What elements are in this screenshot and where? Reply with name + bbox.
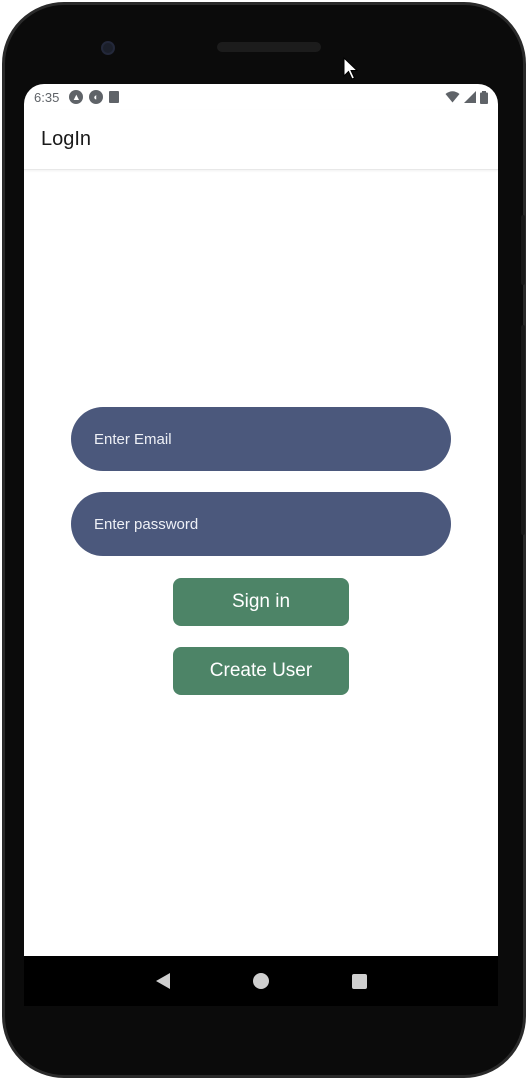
- volume-button: [521, 325, 525, 535]
- status-bar: 6:35 ▲ ◐: [24, 84, 498, 110]
- sd-card-icon: [109, 91, 120, 103]
- wifi-icon: [445, 91, 460, 103]
- signal-icon: [464, 91, 476, 103]
- firebase-icon: ◐: [89, 90, 104, 104]
- page-title: LogIn: [41, 128, 92, 150]
- app-screen: 6:35 ▲ ◐ LogIn Enter Email Enter passwor…: [24, 84, 498, 956]
- status-time: 6:35: [34, 89, 60, 105]
- home-icon[interactable]: [252, 973, 269, 989]
- password-placeholder: Enter password: [94, 515, 199, 533]
- system-nav-bar: [24, 956, 498, 1006]
- battery-icon: [480, 90, 488, 104]
- earpiece-speaker: [217, 42, 321, 52]
- back-icon[interactable]: [155, 973, 170, 989]
- mouse-cursor-icon: [343, 57, 359, 80]
- recents-icon[interactable]: [351, 973, 367, 989]
- email-field[interactable]: Enter Email: [71, 407, 451, 471]
- create-user-label: Create User: [209, 660, 313, 681]
- app-bar: LogIn: [24, 110, 498, 170]
- power-button: [521, 215, 525, 285]
- front-camera: [101, 41, 115, 55]
- sign-in-button[interactable]: Sign in: [173, 578, 349, 626]
- create-user-button[interactable]: Create User: [173, 647, 349, 695]
- android-studio-icon: ▲: [69, 90, 84, 104]
- sign-in-label: Sign in: [231, 591, 291, 612]
- password-field[interactable]: Enter password: [71, 492, 451, 556]
- email-placeholder: Enter Email: [94, 430, 172, 448]
